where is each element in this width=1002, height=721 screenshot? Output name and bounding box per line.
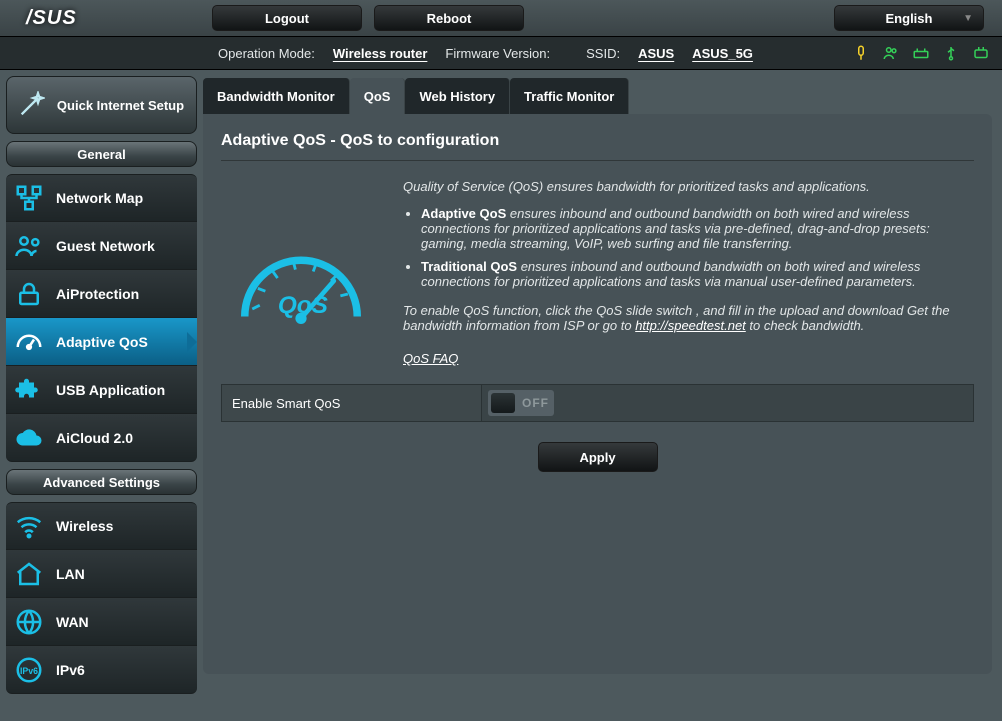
nav-advanced: Wireless LAN WAN IPv6 IPv6 xyxy=(6,502,197,694)
globe-icon xyxy=(14,607,44,637)
sidebar-item-usb-application[interactable]: USB Application xyxy=(6,366,197,414)
cloud-icon xyxy=(14,423,44,453)
sidebar-item-adaptive-qos[interactable]: Adaptive QoS xyxy=(6,318,197,366)
sidebar-item-ipv6[interactable]: IPv6 IPv6 xyxy=(6,646,197,694)
apply-button[interactable]: Apply xyxy=(538,442,658,472)
qos-gauge-icon: QoS xyxy=(221,179,381,339)
sidebar-item-wan[interactable]: WAN xyxy=(6,598,197,646)
sidebar-item-wireless[interactable]: Wireless xyxy=(6,502,197,550)
sidebar-item-label: USB Application xyxy=(56,382,165,398)
sidebar-item-label: WAN xyxy=(56,614,89,630)
bullet-traditional: Traditional QoS ensures inbound and outb… xyxy=(421,259,974,289)
sidebar-item-label: Guest Network xyxy=(56,238,155,254)
nav-general: Network Map Guest Network AiProtection A… xyxy=(6,174,197,462)
quick-internet-setup[interactable]: Quick Internet Setup xyxy=(6,76,197,134)
bullet-adaptive: Adaptive QoS ensures inbound and outboun… xyxy=(421,206,974,251)
chevron-down-icon: ▼ xyxy=(963,13,973,24)
svg-text:QoS: QoS xyxy=(278,292,328,319)
intro-text: Quality of Service (QoS) ensures bandwid… xyxy=(403,179,974,194)
gauge-icon xyxy=(14,327,44,357)
lock-icon xyxy=(14,279,44,309)
tab-qos[interactable]: QoS xyxy=(350,78,406,114)
wireless-icon xyxy=(14,511,44,541)
smart-qos-toggle[interactable]: OFF xyxy=(488,390,554,416)
ssid-1[interactable]: ASUS xyxy=(638,46,674,61)
wifi-icon[interactable] xyxy=(972,44,990,62)
sidebar-item-label: IPv6 xyxy=(56,662,85,678)
enable-smart-qos-label: Enable Smart QoS xyxy=(222,385,482,421)
content-panel: Adaptive QoS - QoS to configuration xyxy=(203,114,992,674)
info-bar: Operation Mode: Wireless router Firmware… xyxy=(0,36,1002,70)
speedtest-link[interactable]: http://speedtest.net xyxy=(635,318,746,333)
wand-icon xyxy=(17,91,45,119)
tab-web-history[interactable]: Web History xyxy=(405,78,510,114)
svg-text:IPv6: IPv6 xyxy=(20,665,38,675)
language-label: English xyxy=(886,11,933,26)
puzzle-icon xyxy=(14,375,44,405)
section-general: General xyxy=(6,141,197,167)
reboot-button[interactable]: Reboot xyxy=(374,5,524,31)
tab-bar: Bandwidth Monitor QoS Web History Traffi… xyxy=(203,70,992,114)
sidebar-item-label: Wireless xyxy=(56,518,113,534)
home-icon xyxy=(14,559,44,589)
toggle-knob xyxy=(491,393,515,413)
divider xyxy=(221,160,974,161)
router-icon[interactable] xyxy=(912,44,930,62)
sidebar-item-label: LAN xyxy=(56,566,85,582)
qos-faq-link[interactable]: QoS FAQ xyxy=(403,351,458,366)
ipv6-icon: IPv6 xyxy=(14,655,44,685)
tab-traffic-monitor[interactable]: Traffic Monitor xyxy=(510,78,629,114)
ssid-label: SSID: xyxy=(586,46,620,61)
description-text: Quality of Service (QoS) ensures bandwid… xyxy=(403,179,974,366)
network-map-icon xyxy=(14,183,44,213)
op-mode-value[interactable]: Wireless router xyxy=(333,46,428,61)
op-mode-label: Operation Mode: xyxy=(218,46,315,61)
section-advanced: Advanced Settings xyxy=(6,469,197,495)
enable-smart-qos-row: Enable Smart QoS OFF xyxy=(221,384,974,422)
fw-label: Firmware Version: xyxy=(445,46,550,61)
sidebar-item-label: Adaptive QoS xyxy=(56,334,148,350)
sidebar-item-network-map[interactable]: Network Map xyxy=(6,174,197,222)
users-icon[interactable] xyxy=(882,44,900,62)
logout-button[interactable]: Logout xyxy=(212,5,362,31)
sidebar-item-label: Network Map xyxy=(56,190,143,206)
brand-logo: /SUS xyxy=(26,7,206,30)
page-title: Adaptive QoS - QoS to configuration xyxy=(221,132,974,150)
enable-instructions: To enable QoS function, click the QoS sl… xyxy=(403,303,974,333)
sidebar-item-guest-network[interactable]: Guest Network xyxy=(6,222,197,270)
quick-setup-label: Quick Internet Setup xyxy=(55,98,186,113)
sidebar-item-aicloud[interactable]: AiCloud 2.0 xyxy=(6,414,197,462)
language-select[interactable]: English ▼ xyxy=(834,5,984,31)
lamp-icon[interactable] xyxy=(852,44,870,62)
sidebar-item-label: AiProtection xyxy=(56,286,139,302)
ssid-2[interactable]: ASUS_5G xyxy=(692,46,753,61)
sidebar-item-lan[interactable]: LAN xyxy=(6,550,197,598)
usb-icon[interactable] xyxy=(942,44,960,62)
sidebar-item-aiprotection[interactable]: AiProtection xyxy=(6,270,197,318)
toggle-state: OFF xyxy=(522,396,549,410)
tab-bandwidth-monitor[interactable]: Bandwidth Monitor xyxy=(203,78,350,114)
sidebar-item-label: AiCloud 2.0 xyxy=(56,430,133,446)
guest-network-icon xyxy=(14,231,44,261)
